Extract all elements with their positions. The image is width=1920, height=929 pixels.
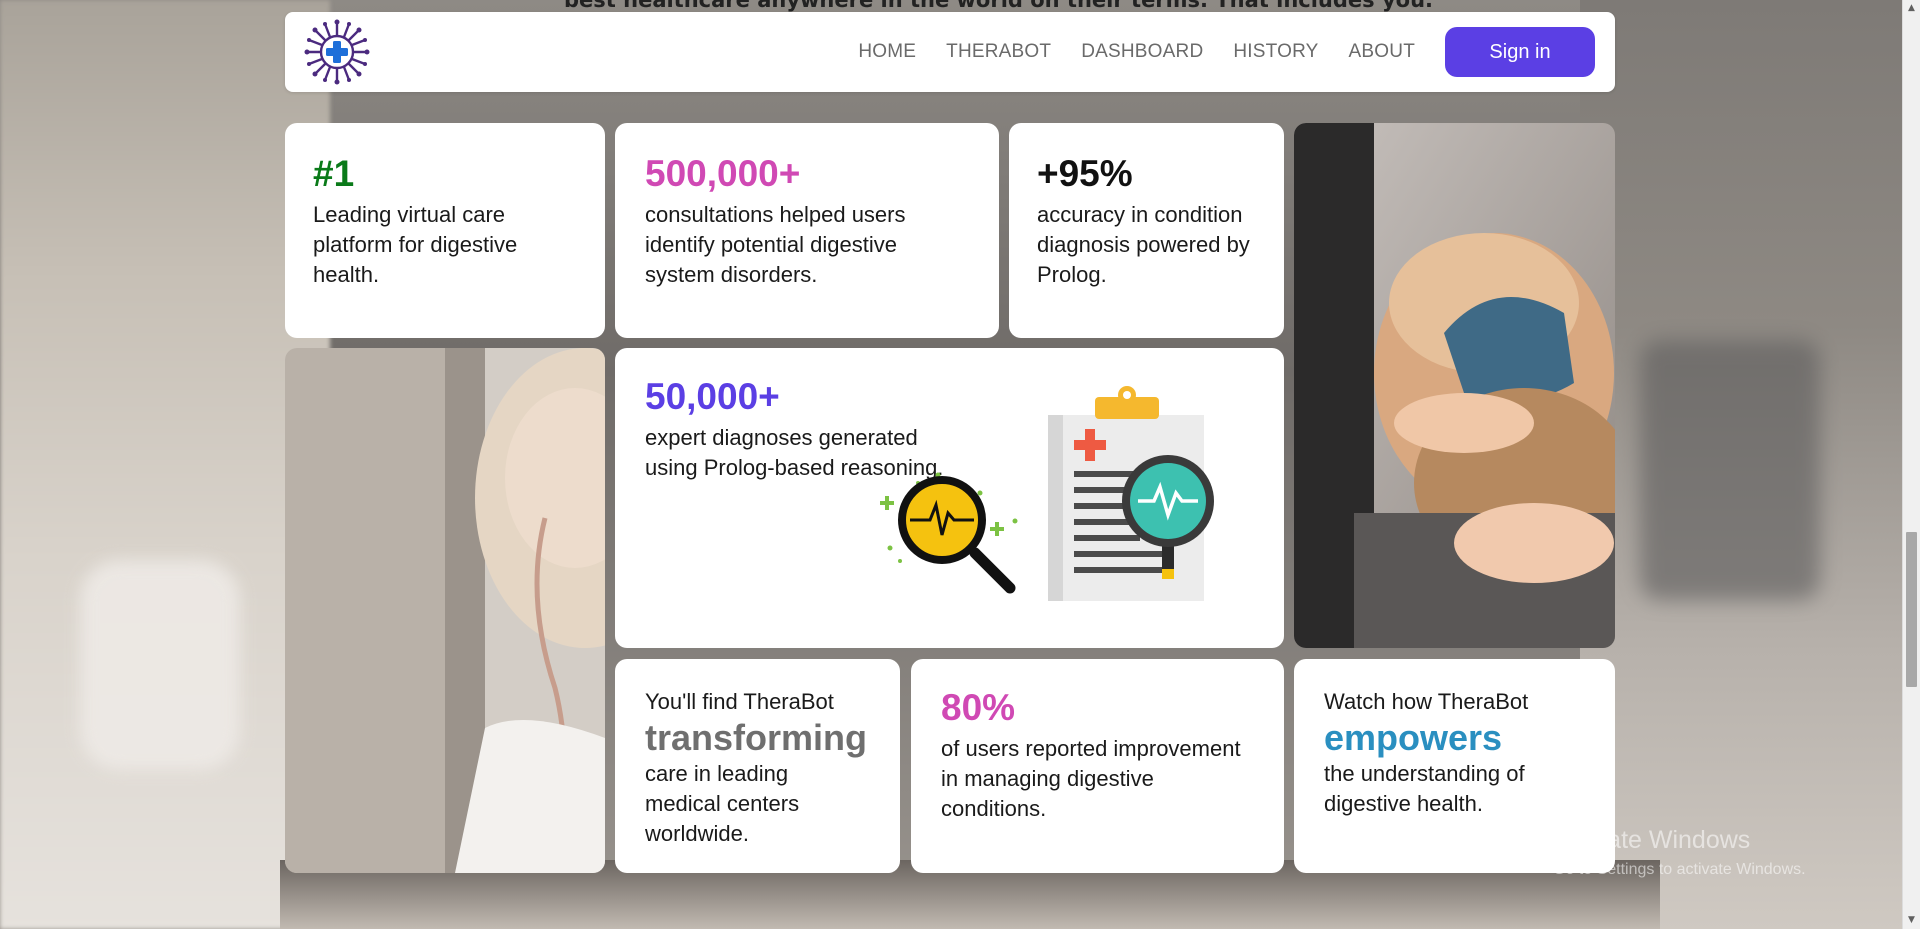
stat-description: Leading virtual care platform for digest… bbox=[313, 202, 518, 287]
scroll-up-arrow-icon[interactable]: ▲ bbox=[1903, 0, 1920, 17]
stat-card-improvement: 80% of users reported improvement in man… bbox=[911, 659, 1284, 873]
watermark-subtitle: Go to Settings to activate Windows. bbox=[1553, 861, 1806, 878]
stat-card-consultations: 500,000+ consultations helped users iden… bbox=[615, 123, 999, 338]
nav-therabot-link[interactable]: THERABOT bbox=[946, 41, 1051, 63]
nav-about-link[interactable]: ABOUT bbox=[1349, 41, 1415, 63]
stat-description: care in leading medical centers worldwid… bbox=[645, 761, 800, 846]
patient-child-photo bbox=[1294, 123, 1615, 648]
background-shape bbox=[80, 560, 240, 770]
background-heading-text: best healthcare anywhere in the world on… bbox=[564, 0, 1434, 12]
stat-card-rank: #1 Leading virtual care platform for dig… bbox=[285, 123, 605, 338]
nav-history-link[interactable]: HISTORY bbox=[1233, 41, 1318, 63]
stat-value: 80% bbox=[941, 687, 1016, 728]
stat-highlight: transforming bbox=[645, 717, 868, 758]
diagnosis-illustration bbox=[870, 383, 1270, 633]
sign-in-button[interactable]: Sign in bbox=[1445, 27, 1595, 77]
stat-card-diagnoses: 50,000+ expert diagnoses generated using… bbox=[615, 348, 1284, 648]
stat-description: consultations helped users identify pote… bbox=[645, 202, 906, 287]
scroll-down-arrow-icon[interactable]: ▼ bbox=[1903, 912, 1920, 929]
stat-description: accuracy in condition diagnosis powered … bbox=[1037, 202, 1250, 287]
stat-value: #1 bbox=[313, 153, 355, 194]
page-scrollbar[interactable]: ▲ ▼ bbox=[1902, 0, 1920, 929]
stat-highlight: empowers bbox=[1324, 717, 1503, 758]
stat-value: +95% bbox=[1037, 153, 1133, 194]
stat-card-transforming: You'll find TheraBot transforming care i… bbox=[615, 659, 900, 873]
stat-description: of users reported improvement in managin… bbox=[941, 736, 1241, 821]
stat-intro: Watch how TheraBot bbox=[1324, 689, 1529, 714]
watermark-title: Activate Windows bbox=[1553, 826, 1751, 854]
windows-activation-watermark: Activate Windows Go to Settings to activ… bbox=[1553, 826, 1806, 879]
doctor-photo bbox=[285, 348, 605, 873]
background-left-blur bbox=[0, 0, 330, 929]
nav-links: HOME THERABOT DASHBOARD HISTORY ABOUT bbox=[858, 12, 1415, 92]
stat-card-accuracy: +95% accuracy in condition diagnosis pow… bbox=[1009, 123, 1284, 338]
nav-home-link[interactable]: HOME bbox=[858, 41, 916, 63]
background-shape bbox=[1640, 340, 1820, 600]
logo-icon[interactable] bbox=[303, 18, 371, 86]
scrollbar-thumb[interactable] bbox=[1906, 532, 1917, 687]
nav-dashboard-link[interactable]: DASHBOARD bbox=[1081, 41, 1203, 63]
stat-value: 500,000+ bbox=[645, 153, 801, 194]
stat-description: the understanding of digestive health. bbox=[1324, 761, 1525, 816]
stat-intro: You'll find TheraBot bbox=[645, 689, 834, 714]
top-navbar: HOME THERABOT DASHBOARD HISTORY ABOUT Si… bbox=[285, 12, 1615, 92]
